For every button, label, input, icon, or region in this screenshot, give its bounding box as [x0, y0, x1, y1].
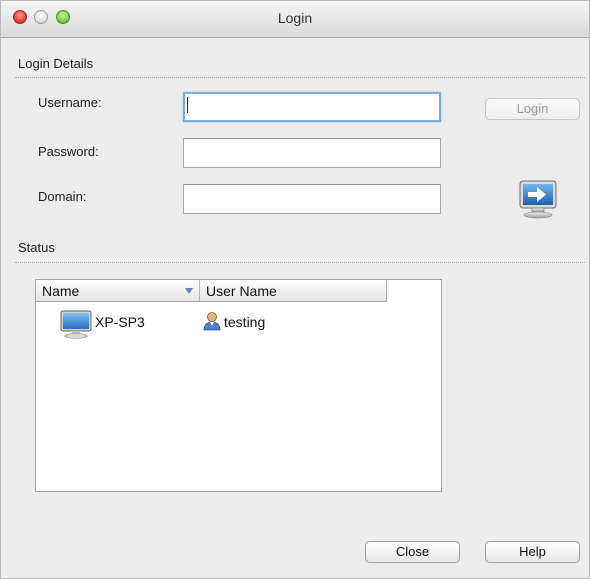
- username-input[interactable]: [183, 92, 441, 122]
- section-divider: [15, 262, 585, 263]
- login-details-heading: Login Details: [18, 56, 94, 71]
- domain-input[interactable]: [183, 184, 441, 214]
- computer-icon: [60, 310, 92, 343]
- table-row[interactable]: XP-SP3 testing: [36, 310, 441, 339]
- password-input[interactable]: [183, 138, 441, 168]
- computer-name: XP-SP3: [95, 314, 145, 330]
- column-header-label: Name: [42, 283, 80, 299]
- column-header-label: User Name: [206, 283, 277, 299]
- text-cursor: [187, 97, 188, 113]
- login-button[interactable]: Login: [485, 98, 580, 120]
- column-header-name[interactable]: Name: [36, 280, 200, 302]
- column-header-user-name[interactable]: User Name: [200, 280, 387, 302]
- login-window: Login Login Details Username: Password: …: [0, 0, 590, 579]
- username-label: Username:: [38, 95, 102, 110]
- domain-label: Domain:: [38, 189, 87, 204]
- status-heading: Status: [18, 240, 55, 255]
- help-button[interactable]: Help: [485, 541, 580, 563]
- connect-monitor-icon[interactable]: [517, 178, 559, 220]
- status-list[interactable]: Name User Name XP-SP3 testing: [35, 279, 442, 492]
- user-name: testing: [224, 314, 266, 330]
- section-divider: [15, 77, 585, 78]
- sort-descending-icon: [185, 288, 193, 294]
- window-title: Login: [277, 10, 313, 26]
- monitor-arrow-icon: [519, 180, 557, 219]
- title-bar[interactable]: Login: [1, 1, 589, 38]
- password-label: Password:: [38, 144, 99, 159]
- user-icon: [203, 311, 221, 334]
- close-button[interactable]: Close: [365, 541, 460, 563]
